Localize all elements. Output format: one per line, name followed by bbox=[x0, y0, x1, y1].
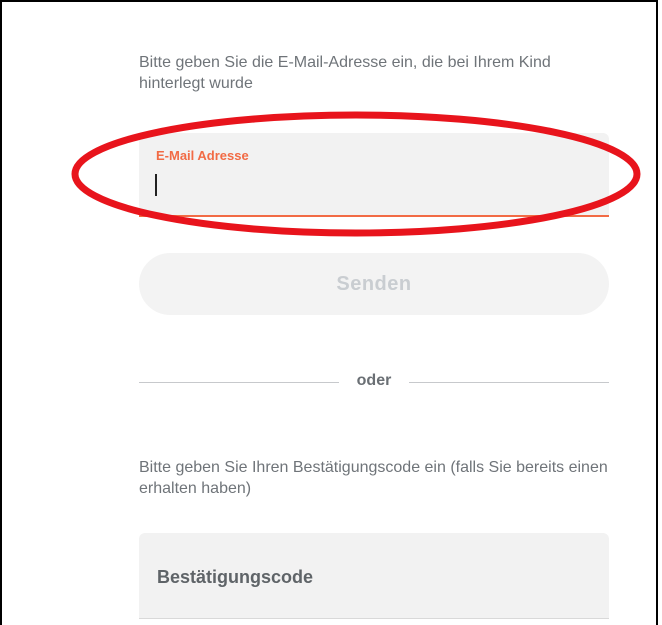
email-instruction-text: Bitte geben Sie die E-Mail-Adresse ein, … bbox=[139, 54, 551, 92]
send-button[interactable]: Senden bbox=[139, 253, 609, 315]
email-input[interactable] bbox=[153, 173, 597, 203]
divider-label: oder bbox=[356, 372, 392, 389]
code-instruction-text: Bitte geben Sie Ihren Bestätigungscode e… bbox=[139, 459, 608, 497]
confirmation-code-field[interactable] bbox=[139, 533, 609, 619]
divider-line-right bbox=[409, 382, 609, 383]
confirmation-code-input[interactable] bbox=[155, 561, 599, 593]
or-divider: oder bbox=[139, 372, 609, 392]
text-cursor bbox=[155, 174, 157, 196]
email-field[interactable]: E-Mail Adresse bbox=[139, 133, 609, 217]
email-field-label: E-Mail Adresse bbox=[156, 148, 249, 163]
